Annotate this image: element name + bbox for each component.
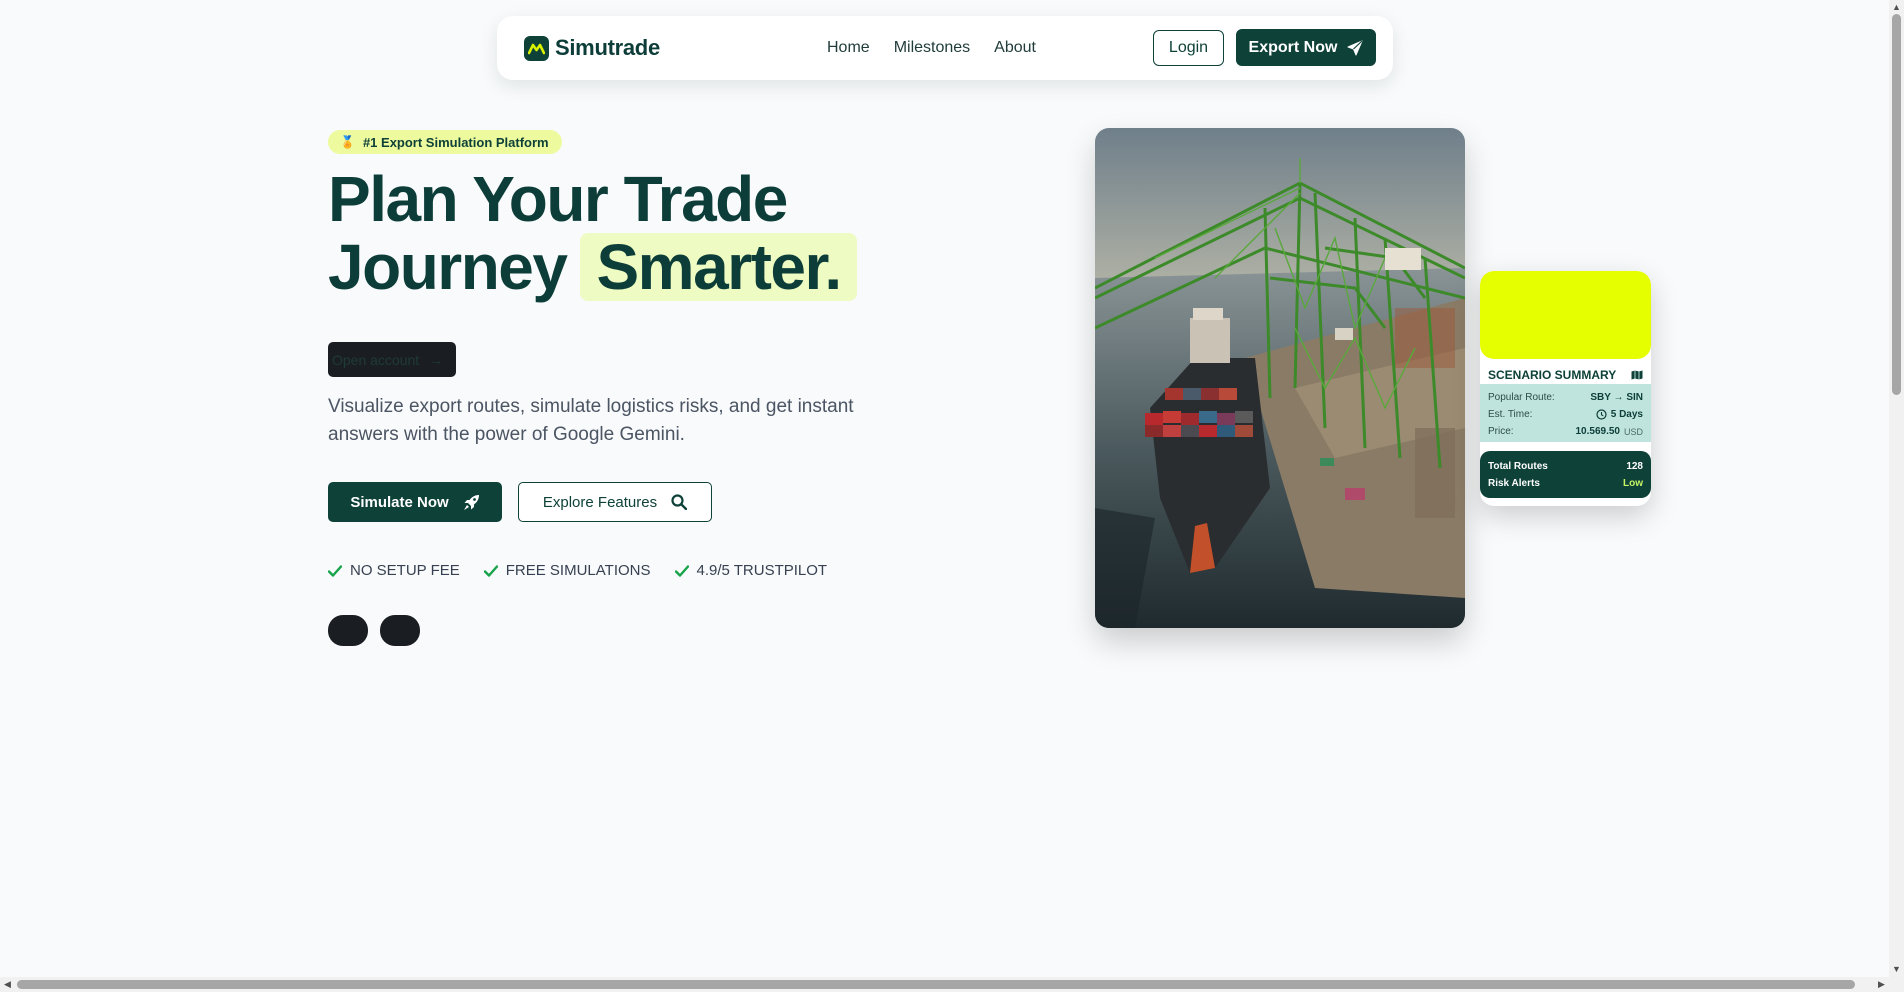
horizontal-scrollbar[interactable]: ◀ ▶: [0, 977, 1904, 992]
summary-row: Price: 10.569.50 USD: [1488, 423, 1643, 440]
nav-link-about[interactable]: About: [994, 39, 1036, 57]
total-routes-label: Total Routes: [1488, 461, 1548, 472]
scroll-up-icon[interactable]: ▲: [1889, 0, 1904, 15]
login-label: Login: [1168, 39, 1209, 56]
feature-text: NO SETUP FEE: [350, 562, 460, 579]
feature-item: NO SETUP FEE: [328, 562, 460, 579]
headline-line1: Plan Your Trade: [328, 163, 788, 235]
social-button-1[interactable]: [328, 615, 368, 646]
stats-panel: Total Routes 128 Risk Alerts Low: [1480, 451, 1651, 498]
paper-plane-icon: [1347, 40, 1363, 55]
risk-alerts-label: Risk Alerts: [1488, 478, 1540, 489]
medal-icon: 🏅: [340, 135, 355, 149]
map-icon: [1631, 370, 1643, 380]
popular-route-value: SBY → SIN: [1590, 392, 1643, 403]
feature-text: FREE SIMULATIONS: [505, 562, 651, 579]
hero-badge: 🏅 #1 Export Simulation Platform: [328, 130, 562, 154]
feature-list: NO SETUP FEE FREE SIMULATIONS 4.9/5 TRUS…: [328, 562, 827, 579]
popular-route-label: Popular Route:: [1488, 392, 1555, 403]
vertical-scrollbar[interactable]: ▲ ▼: [1889, 0, 1904, 992]
summary-details: Popular Route: SBY → SIN Est. Time: 5 Da…: [1480, 384, 1651, 442]
price-value-wrap: 10.569.50 USD: [1575, 426, 1643, 437]
scroll-down-icon[interactable]: ▼: [1889, 962, 1904, 977]
hero-badge-text: #1 Export Simulation Platform: [362, 134, 549, 150]
stats-row: Risk Alerts Low: [1488, 475, 1643, 492]
arrow-right-icon: →: [429, 351, 444, 368]
hero-headline: Plan Your Trade Journey Smarter.: [328, 165, 968, 301]
hero-subtitle: Visualize export routes, simulate logist…: [328, 396, 854, 445]
check-icon: [328, 564, 342, 577]
price-value: 10.569.50: [1575, 426, 1620, 437]
est-time-label: Est. Time:: [1488, 409, 1533, 420]
total-routes-value: 128: [1626, 461, 1643, 472]
price-unit: USD: [1623, 426, 1643, 437]
horizontal-scroll-thumb[interactable]: [17, 980, 1855, 989]
explore-features-label: Explore Features: [542, 493, 658, 511]
card-title-row: SCENARIO SUMMARY: [1480, 359, 1651, 382]
simulate-now-button[interactable]: Simulate Now: [328, 482, 502, 522]
login-button[interactable]: Login: [1153, 30, 1224, 66]
explore-features-button[interactable]: Explore Features: [518, 482, 712, 522]
card-title: SCENARIO SUMMARY: [1488, 368, 1617, 382]
open-account-button[interactable]: Open account →: [328, 342, 456, 377]
feature-item: 4.9/5 TRUSTPILOT: [674, 562, 828, 579]
nav-link-milestones[interactable]: Milestones: [894, 39, 970, 57]
navbar: Simutrade Home Milestones About Login Ex…: [497, 16, 1393, 80]
nav-link-home[interactable]: Home: [827, 39, 870, 57]
est-time-value: 5 Days: [1610, 409, 1643, 420]
vertical-scroll-thumb[interactable]: [1892, 14, 1901, 395]
scroll-left-icon[interactable]: ◀: [0, 977, 15, 992]
risk-alerts-value: Low: [1623, 478, 1643, 489]
export-now-label: Export Now: [1248, 38, 1338, 56]
nav-links: Home Milestones About: [827, 39, 1036, 57]
headline-highlight: Smarter.: [580, 233, 857, 301]
summary-row: Est. Time: 5 Days: [1488, 406, 1643, 423]
clock-icon: [1596, 409, 1607, 420]
social-button-2[interactable]: [380, 615, 420, 646]
hero-port-image: [1095, 128, 1465, 628]
headline-journey: Journey: [328, 231, 568, 303]
est-time-value-wrap: 5 Days: [1596, 409, 1643, 420]
check-icon: [483, 564, 498, 577]
rocket-icon: [463, 494, 479, 510]
open-account-label: Open account: [332, 351, 420, 368]
summary-row: Popular Route: SBY → SIN: [1488, 389, 1643, 406]
logo-mark-icon: [524, 35, 549, 61]
card-header-block: [1480, 271, 1651, 359]
simulate-now-label: Simulate Now: [350, 493, 449, 511]
export-now-button[interactable]: Export Now: [1236, 29, 1376, 66]
check-icon: [674, 564, 689, 577]
feature-item: FREE SIMULATIONS: [483, 562, 651, 579]
brand-logo[interactable]: Simutrade: [524, 35, 660, 61]
scroll-right-icon[interactable]: ▶: [1874, 977, 1889, 992]
price-label: Price:: [1488, 426, 1514, 437]
scenario-summary-card: SCENARIO SUMMARY Popular Route: SBY → SI…: [1480, 271, 1651, 506]
search-icon: [671, 494, 688, 510]
brand-name: Simutrade: [555, 35, 660, 60]
headline-line2: Journey Smarter.: [328, 233, 968, 301]
stats-row: Total Routes 128: [1488, 458, 1643, 475]
feature-text: 4.9/5 TRUSTPILOT: [696, 562, 828, 579]
